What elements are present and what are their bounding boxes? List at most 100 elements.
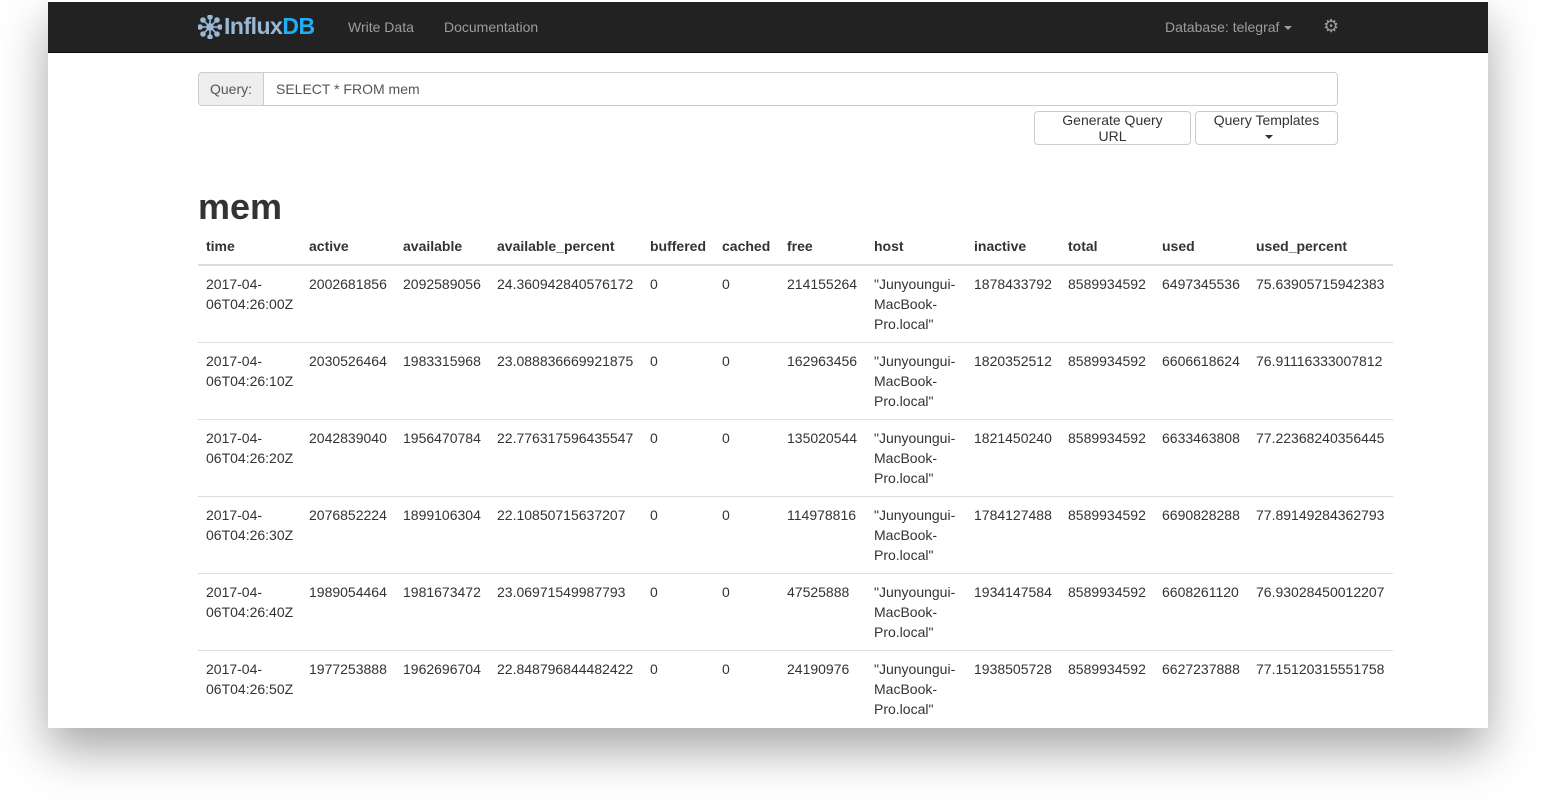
column-header-available-percent: available_percent xyxy=(489,229,642,266)
query-bar: Query: xyxy=(198,72,1338,106)
cell-time: 2017-04-06T04:26:40Z xyxy=(198,573,301,651)
table-row: 2017-04-06T04:26:20Z 2042839040 1956470784… xyxy=(198,419,1393,497)
column-header-time: time xyxy=(198,229,301,266)
query-input[interactable] xyxy=(264,72,1338,106)
cell-inactive: 1784127488 xyxy=(966,496,1060,574)
cell-active: 1977253888 xyxy=(301,650,395,727)
cell-free: 135020544 xyxy=(779,419,866,497)
cell-cached: 0 xyxy=(714,496,779,574)
cell-available-percent: 22.10850715637207 xyxy=(489,496,642,574)
column-header-used-percent: used_percent xyxy=(1248,229,1393,266)
cell-total: 8589934592 xyxy=(1060,419,1154,497)
cell-available-percent: 23.06971549987793 xyxy=(489,573,642,651)
cell-used: 6497345536 xyxy=(1154,264,1248,343)
cell-used-percent: 76.91116333007812 xyxy=(1248,342,1393,420)
cell-available: 1981673472 xyxy=(395,573,489,651)
cell-host: "Junyoungui-MacBook-Pro.local" xyxy=(866,573,966,651)
cell-available-percent: 22.776317596435547 xyxy=(489,419,642,497)
database-label: Database: telegraf xyxy=(1165,19,1280,35)
influxdb-logo[interactable]: Influx DB xyxy=(198,13,315,40)
cell-free: 24190976 xyxy=(779,650,866,727)
caret-down-icon xyxy=(1284,26,1293,31)
cell-available: 1983315968 xyxy=(395,342,489,420)
cell-total: 8589934592 xyxy=(1060,650,1154,727)
cell-used: 6606618624 xyxy=(1154,342,1248,420)
cell-available: 1962696704 xyxy=(395,650,489,727)
database-dropdown[interactable]: Database: telegraf xyxy=(1165,19,1293,35)
cell-used: 6633463808 xyxy=(1154,419,1248,497)
cell-inactive: 1938505728 xyxy=(966,650,1060,727)
cell-used: 6608261120 xyxy=(1154,573,1248,651)
gear-icon[interactable]: ⚙ xyxy=(1323,16,1339,37)
browser-window: Influx DB Write Data Documentation Databa… xyxy=(48,0,1488,728)
table-row: 2017-04-06T04:26:40Z 1989054464 1981673472… xyxy=(198,573,1393,651)
column-header-cached: cached xyxy=(714,229,779,266)
cell-buffered: 0 xyxy=(642,573,714,651)
table-row: 2017-04-06T04:26:30Z 2076852224 1899106304… xyxy=(198,496,1393,574)
brand-text: Influx xyxy=(224,13,283,39)
column-header-inactive: inactive xyxy=(966,229,1060,266)
cell-total: 8589934592 xyxy=(1060,496,1154,574)
query-label: Query: xyxy=(198,72,264,106)
cell-cached: 0 xyxy=(714,650,779,727)
column-header-active: active xyxy=(301,229,395,266)
cell-time: 2017-04-06T04:26:50Z xyxy=(198,650,301,727)
cell-free: 162963456 xyxy=(779,342,866,420)
cell-total: 8589934592 xyxy=(1060,573,1154,651)
column-header-host: host xyxy=(866,229,966,266)
column-header-free: free xyxy=(779,229,866,266)
cell-cached: 0 xyxy=(714,419,779,497)
cell-inactive: 1821450240 xyxy=(966,419,1060,497)
cell-buffered: 0 xyxy=(642,342,714,420)
cell-buffered: 0 xyxy=(642,650,714,727)
table-row: 2017-04-06T04:26:00Z 2002681856 2092589056… xyxy=(198,264,1393,343)
cell-used-percent: 77.89149284362793 xyxy=(1248,496,1393,574)
cell-free: 114978816 xyxy=(779,496,866,574)
cell-available: 1899106304 xyxy=(395,496,489,574)
caret-down-icon xyxy=(1265,135,1273,140)
cell-time: 2017-04-06T04:26:30Z xyxy=(198,496,301,574)
cell-host: "Junyoungui-MacBook-Pro.local" xyxy=(866,264,966,343)
brand-text-db: DB xyxy=(282,13,315,39)
cell-used-percent: 76.93028450012207 xyxy=(1248,573,1393,651)
cell-active: 2076852224 xyxy=(301,496,395,574)
cell-used: 6627237888 xyxy=(1154,650,1248,727)
table-row: 2017-04-06T04:26:50Z 1977253888 1962696704… xyxy=(198,650,1393,727)
generate-query-url-button[interactable]: Generate Query URL xyxy=(1034,111,1191,145)
column-header-used: used xyxy=(1154,229,1248,266)
column-header-total: total xyxy=(1060,229,1154,266)
cell-host: "Junyoungui-MacBook-Pro.local" xyxy=(866,650,966,727)
cell-inactive: 1820352512 xyxy=(966,342,1060,420)
cell-total: 8589934592 xyxy=(1060,342,1154,420)
column-header-available: available xyxy=(395,229,489,266)
cell-time: 2017-04-06T04:26:10Z xyxy=(198,342,301,420)
cell-active: 2042839040 xyxy=(301,419,395,497)
cell-active: 2002681856 xyxy=(301,264,395,343)
cell-host: "Junyoungui-MacBook-Pro.local" xyxy=(866,342,966,420)
table-header: time active available available_percent buff… xyxy=(198,229,1393,266)
cell-buffered: 0 xyxy=(642,264,714,343)
cell-cached: 0 xyxy=(714,342,779,420)
column-header-buffered: buffered xyxy=(642,229,714,266)
cell-time: 2017-04-06T04:26:00Z xyxy=(198,264,301,343)
cell-available: 2092589056 xyxy=(395,264,489,343)
cell-host: "Junyoungui-MacBook-Pro.local" xyxy=(866,419,966,497)
nav-write-data[interactable]: Write Data xyxy=(348,19,414,35)
results-table: time active available available_percent buff… xyxy=(198,229,1393,727)
influxdb-logo-icon xyxy=(198,14,222,39)
nav-documentation[interactable]: Documentation xyxy=(444,19,538,35)
cell-active: 2030526464 xyxy=(301,342,395,420)
cell-buffered: 0 xyxy=(642,419,714,497)
cell-cached: 0 xyxy=(714,573,779,651)
cell-used-percent: 75.63905715942383 xyxy=(1248,264,1393,343)
cell-active: 1989054464 xyxy=(301,573,395,651)
cell-available-percent: 23.088836669921875 xyxy=(489,342,642,420)
cell-available-percent: 22.848796844482422 xyxy=(489,650,642,727)
navbar: Influx DB Write Data Documentation Databa… xyxy=(48,2,1488,53)
query-templates-label: Query Templates xyxy=(1213,112,1320,128)
cell-used: 6690828288 xyxy=(1154,496,1248,574)
cell-time: 2017-04-06T04:26:20Z xyxy=(198,419,301,497)
cell-free: 214155264 xyxy=(779,264,866,343)
cell-buffered: 0 xyxy=(642,496,714,574)
query-templates-button[interactable]: Query Templates xyxy=(1195,111,1338,145)
